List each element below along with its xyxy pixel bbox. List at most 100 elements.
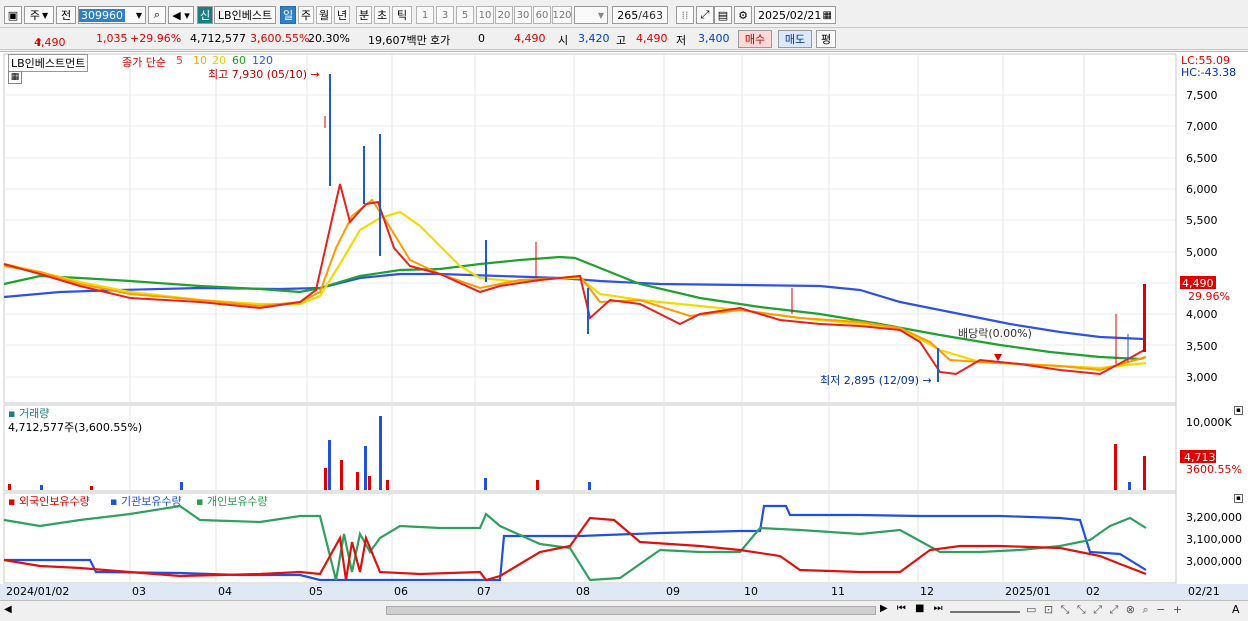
interval-3[interactable]: 3 <box>436 6 454 24</box>
table-icon[interactable]: ▦ <box>8 71 22 84</box>
y-tick: 5,500 <box>1186 214 1218 227</box>
high-label: 고 <box>616 34 627 47</box>
custom-interval-select[interactable]: ▼ <box>574 6 608 24</box>
x-axis-bg <box>0 584 1248 600</box>
ma10-label: 10 <box>193 54 207 67</box>
window-icon[interactable]: ▣ <box>4 6 22 24</box>
period-second[interactable]: 초 <box>374 6 390 24</box>
hoga-label: 호가 <box>430 34 451 47</box>
interval-30[interactable]: 30 <box>514 6 532 24</box>
legend-individual: ▪ 개인보유수량 <box>196 495 268 508</box>
zoom-slider[interactable] <box>950 605 1020 613</box>
x-label: 04 <box>218 585 232 598</box>
count-field[interactable]: 265/463 <box>612 6 668 24</box>
buy-button[interactable]: 매수 <box>738 30 772 48</box>
quote-bar: 4,490 ⬆ 1,035 +29.96% 4,712,577 3,600.55… <box>0 28 1248 50</box>
prev-button[interactable]: 전 <box>56 6 76 24</box>
close-icon[interactable]: ▪ <box>1234 406 1243 415</box>
open-value: 3,420 <box>578 32 610 45</box>
low-value: 3,400 <box>698 32 730 45</box>
hc-label: HC:-43.38 <box>1181 66 1237 79</box>
stock-name: LB인베스트 <box>214 6 276 24</box>
new-badge: 신 <box>197 6 213 24</box>
chart-tools-icons[interactable]: ▭ ⊡ ⤡ ⤡ ⤢ ⤢ ⊗ ⌕ − + <box>1026 603 1184 617</box>
ma-legend-prefix: 종가 단순 <box>122 56 166 69</box>
chart-svg[interactable] <box>0 52 1248 602</box>
chevron-down-icon: ▼ <box>597 10 604 20</box>
holding-y-tick: 3,000,000 <box>1186 555 1242 568</box>
up-arrow-icon: ⬆ <box>34 36 44 49</box>
close-icon[interactable]: ▪ <box>1234 494 1243 503</box>
period-year[interactable]: 년 <box>334 6 350 24</box>
dividend-annotation: 배당락(0.00%) <box>958 327 1032 340</box>
hoga-price: 4,490 <box>514 32 546 45</box>
ma5-label: 5 <box>176 54 183 67</box>
x-label: 02 <box>1086 585 1100 598</box>
x-label: 11 <box>831 585 845 598</box>
current-price-tag: 4,490 <box>1182 277 1214 290</box>
volume-info: 4,712,577주(3,600.55%) <box>8 421 143 434</box>
y-tick: 6,500 <box>1186 152 1218 165</box>
gear-icon[interactable]: ⚙ <box>734 6 752 24</box>
y-tick: 6,000 <box>1186 183 1218 196</box>
scrollbar-thumb[interactable] <box>386 606 876 615</box>
holding-y-tick: 3,100,000 <box>1186 533 1242 546</box>
legend-institution: ▪ 기관보유수량 <box>110 495 182 508</box>
open-label: 시 <box>558 34 569 47</box>
interval-60[interactable]: 60 <box>533 6 551 24</box>
period-tick[interactable]: 틱 <box>392 6 412 24</box>
x-label: 10 <box>744 585 758 598</box>
volume-current-pct: 3600.55% <box>1186 463 1242 476</box>
y-tick: 4,000 <box>1186 308 1218 321</box>
high-value: 4,490 <box>636 32 668 45</box>
x-label: 08 <box>576 585 590 598</box>
period-week[interactable]: 주 <box>298 6 314 24</box>
x-label: 05 <box>309 585 323 598</box>
period-month[interactable]: 월 <box>316 6 332 24</box>
date-field[interactable]: 2025/02/21 ▦ <box>754 6 836 24</box>
arrow-right-icon: → <box>310 68 320 81</box>
x-label: 2024/01/02 <box>6 585 70 598</box>
price-panel-bg <box>3 53 1177 404</box>
sell-button[interactable]: 매도 <box>778 30 812 48</box>
draw-icon[interactable]: ⤢ <box>696 6 714 24</box>
x-label: 09 <box>666 585 680 598</box>
volume-y-tick: 10,000K <box>1186 416 1232 429</box>
y-tick: 3,000 <box>1186 371 1218 384</box>
code-input[interactable]: 309960 ▼ <box>78 6 146 24</box>
speaker-icon[interactable]: ◀ ▾ <box>168 6 194 24</box>
interval-5[interactable]: 5 <box>456 6 474 24</box>
stock-label[interactable]: LB인베스트먼트 <box>8 54 89 72</box>
x-label: 06 <box>394 585 408 598</box>
y-tick: 5,000 <box>1186 246 1218 259</box>
interval-20[interactable]: 20 <box>495 6 513 24</box>
interval-10[interactable]: 10 <box>476 6 494 24</box>
low-annotation: 최저 2,895 (12/09) → <box>820 374 932 387</box>
volume-panel-bg <box>3 404 1177 492</box>
x-label: 03 <box>132 585 146 598</box>
chart-area[interactable]: LB인베스트먼트 종가 단순 5 10 20 60 120 ▦ 최고 7,930… <box>0 51 1248 601</box>
search-icon[interactable]: ⌕ <box>148 6 166 24</box>
playback-controls[interactable]: ▶ ⏮ ■ ⏭ <box>880 603 946 614</box>
interval-120[interactable]: 120 <box>552 6 572 24</box>
y-tick: 3,500 <box>1186 340 1218 353</box>
interval-1[interactable]: 1 <box>416 6 434 24</box>
legend-foreign: ▪ 외국인보유수량 <box>8 495 90 508</box>
save-icon[interactable]: ▤ <box>714 6 732 24</box>
scroll-left-icon[interactable]: ◀ <box>4 604 12 615</box>
change-pct: +29.96% <box>130 32 182 45</box>
toolbar: ▣ 주 ▼ 전 309960 ▼ ⌕ ◀ ▾ 신 LB인베스트 일 주 월 년 분 … <box>0 0 1248 28</box>
mode-select[interactable]: 주 ▼ <box>24 6 54 24</box>
grid-icon[interactable]: ⁞⁞ <box>676 6 694 24</box>
font-size-icon[interactable]: A <box>1232 603 1240 616</box>
holding-y-tick: 3,200,000 <box>1186 511 1242 524</box>
high-annotation: 최고 7,930 (05/10) → <box>208 68 320 81</box>
amount: 19,607백만 <box>368 34 427 47</box>
chevron-down-icon: ▼ <box>41 10 49 20</box>
arrow-right-icon: → <box>922 374 932 387</box>
y-tick: 7,000 <box>1186 120 1218 133</box>
period-minute[interactable]: 분 <box>356 6 372 24</box>
period-day[interactable]: 일 <box>280 6 296 24</box>
flat-button[interactable]: 평 <box>816 30 836 48</box>
x-label: 2025/01 <box>1005 585 1051 598</box>
